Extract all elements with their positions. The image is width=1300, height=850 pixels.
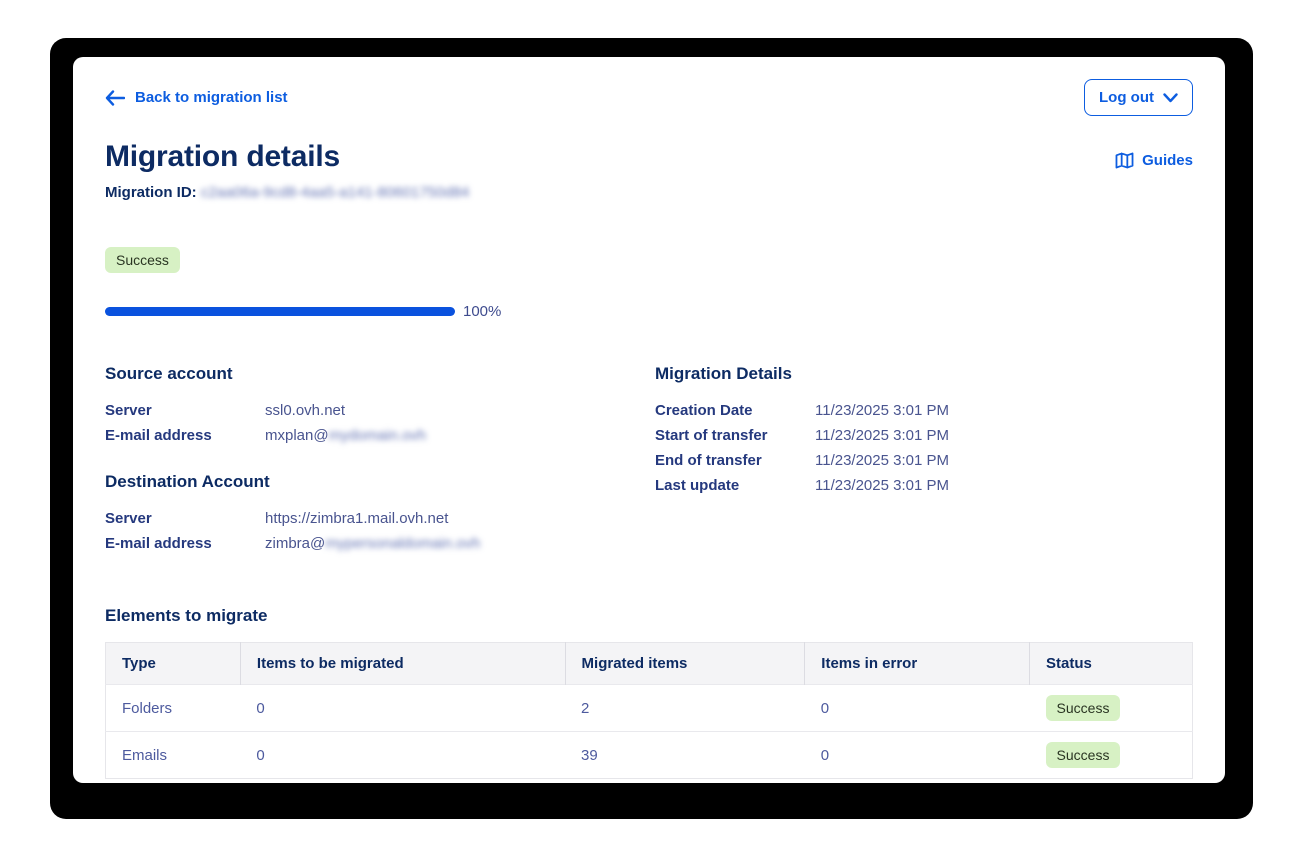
progress-row: 100% [105,303,1193,320]
table-row-emails: Emails 0 39 0 Success [106,732,1193,779]
start-of-transfer-label: Start of transfer [655,423,815,448]
chevron-down-icon [1163,93,1178,103]
arrow-left-icon [105,90,125,106]
destination-server-label: Server [105,506,265,531]
elements-to-migrate-heading: Elements to migrate [105,606,1193,626]
creation-date-label: Creation Date [655,398,815,423]
creation-date-value: 11/23/2025 3:01 PM [815,398,949,423]
source-email-row: E-mail address mxplan@mydomain.ovh [105,423,655,448]
emails-status-badge: Success [1046,742,1121,768]
guides-book-icon [1115,152,1134,169]
back-link-label: Back to migration list [135,89,288,106]
folders-type-cell: Folders [106,685,241,732]
elements-to-migrate-section: Elements to migrate Type Items to be mig… [105,606,1193,779]
table-header-row: Type Items to be migrated Migrated items… [106,643,1193,685]
last-update-value: 11/23/2025 3:01 PM [815,473,949,498]
migration-id-line: Migration ID: c2aa06a-9cd8-4aa5-a141-806… [105,184,1193,201]
col-header-items-to-be-migrated: Items to be migrated [240,643,565,685]
migration-details-card: Back to migration list Log out Migration… [73,57,1225,783]
elements-table: Type Items to be migrated Migrated items… [105,642,1193,779]
emails-migrated-cell: 39 [565,732,805,779]
creation-date-row: Creation Date 11/23/2025 3:01 PM [655,398,1193,423]
end-of-transfer-label: End of transfer [655,448,815,473]
last-update-label: Last update [655,473,815,498]
emails-type-cell: Emails [106,732,241,779]
app-frame: Back to migration list Log out Migration… [50,38,1253,819]
source-email-value: mxplan@mydomain.ovh [265,423,426,448]
col-header-migrated-items: Migrated items [565,643,805,685]
source-account-heading: Source account [105,364,655,384]
emails-in-error-cell: 0 [805,732,1030,779]
title-row: Migration details Guides [105,140,1193,174]
destination-email-redacted-domain: mypersonaldomain.ovh [325,535,480,552]
topbar: Back to migration list Log out [105,79,1193,116]
progress-bar [105,307,455,316]
migration-details-column: Migration Details Creation Date 11/23/20… [655,364,1193,556]
folders-migrated-cell: 2 [565,685,805,732]
folders-status-cell: Success [1030,685,1193,732]
folders-in-error-cell: 0 [805,685,1030,732]
guides-label: Guides [1142,152,1193,169]
destination-email-row: E-mail address zimbra@mypersonaldomain.o… [105,531,655,556]
start-of-transfer-row: Start of transfer 11/23/2025 3:01 PM [655,423,1193,448]
col-header-items-in-error: Items in error [805,643,1030,685]
destination-account-heading: Destination Account [105,472,655,492]
progress-percentage: 100% [463,303,501,320]
source-server-label: Server [105,398,265,423]
emails-to-migrate-cell: 0 [240,732,565,779]
destination-server-row: Server https://zimbra1.mail.ovh.net [105,506,655,531]
destination-email-value: zimbra@mypersonaldomain.ovh [265,531,480,556]
guides-link[interactable]: Guides [1115,152,1193,174]
col-header-status: Status [1030,643,1193,685]
logout-button[interactable]: Log out [1084,79,1193,116]
destination-server-value: https://zimbra1.mail.ovh.net [265,506,448,531]
migration-details-heading: Migration Details [655,364,1193,384]
status-badge: Success [105,247,180,273]
migration-id-redacted: c2aa06a-9cd8-4aa5-a141-80601750d84 [201,184,470,201]
source-email-redacted-domain: mydomain.ovh [329,427,427,444]
status-block: Success 100% [105,247,1193,320]
logout-label: Log out [1099,89,1154,106]
source-server-value: ssl0.ovh.net [265,398,345,423]
migration-id-label: Migration ID: [105,184,197,201]
table-row-folders: Folders 0 2 0 Success [106,685,1193,732]
end-of-transfer-value: 11/23/2025 3:01 PM [815,448,949,473]
folders-status-badge: Success [1046,695,1121,721]
start-of-transfer-value: 11/23/2025 3:01 PM [815,423,949,448]
back-to-migration-list-link[interactable]: Back to migration list [105,89,288,106]
end-of-transfer-row: End of transfer 11/23/2025 3:01 PM [655,448,1193,473]
source-email-label: E-mail address [105,423,265,448]
account-sections: Source account Server ssl0.ovh.net E-mai… [105,364,1193,556]
emails-status-cell: Success [1030,732,1193,779]
last-update-row: Last update 11/23/2025 3:01 PM [655,473,1193,498]
page-title: Migration details [105,140,340,174]
accounts-column: Source account Server ssl0.ovh.net E-mai… [105,364,655,556]
folders-to-migrate-cell: 0 [240,685,565,732]
col-header-type: Type [106,643,241,685]
source-server-row: Server ssl0.ovh.net [105,398,655,423]
destination-email-label: E-mail address [105,531,265,556]
